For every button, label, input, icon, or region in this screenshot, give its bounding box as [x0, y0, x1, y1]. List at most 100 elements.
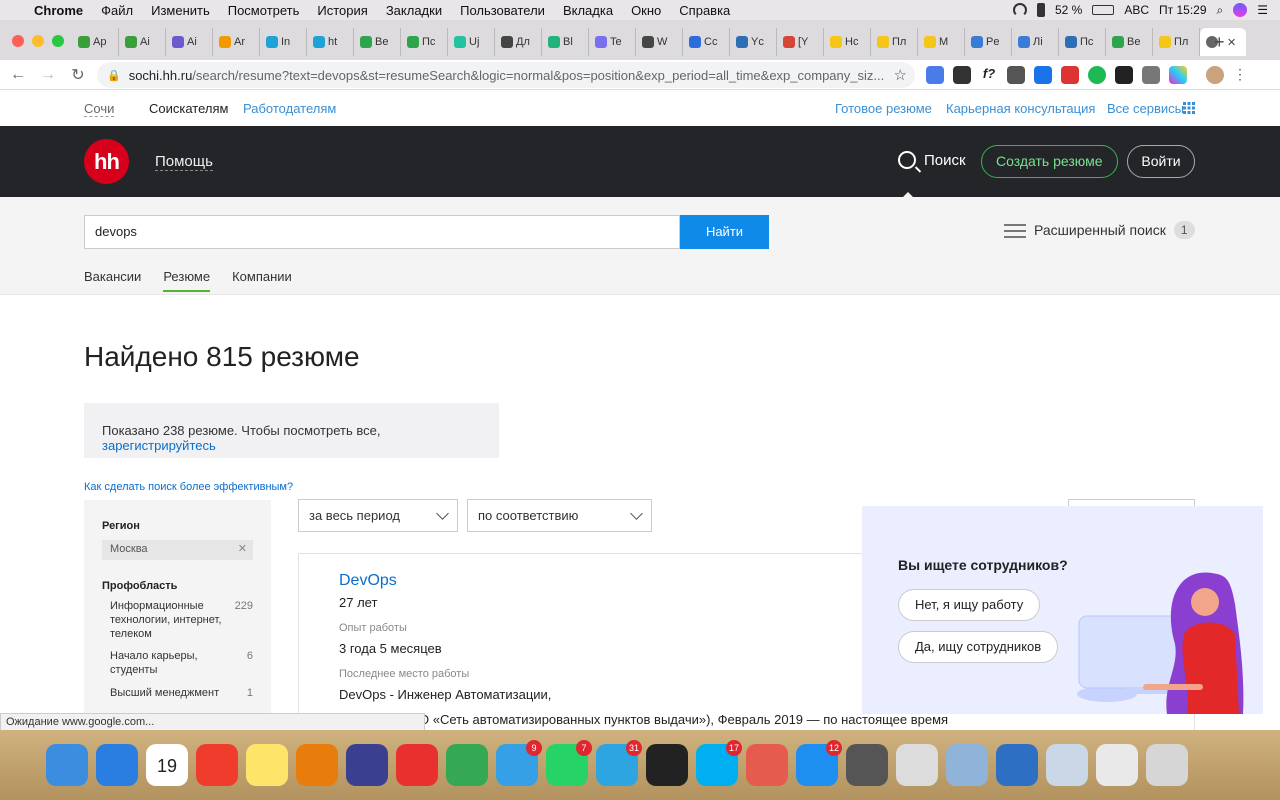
order-select[interactable]: по соответствию	[467, 499, 652, 532]
zoom-window-icon[interactable]	[52, 35, 64, 47]
tab-vacancies[interactable]: Вакансии	[84, 269, 141, 292]
spotlight-icon[interactable]: ⌕	[1217, 3, 1224, 18]
close-tab-icon[interactable]: ✕	[1227, 36, 1236, 49]
browser-tab[interactable]: Ai	[119, 28, 166, 56]
dock-notes-icon[interactable]	[246, 744, 288, 786]
create-resume-button[interactable]: Создать резюме	[981, 145, 1118, 178]
resume-title-link[interactable]: DevOps	[339, 572, 397, 590]
dock-stack-icon[interactable]	[1096, 744, 1138, 786]
dock-safari-icon[interactable]	[96, 744, 138, 786]
bookmark-star-icon[interactable]: ☆	[894, 66, 907, 84]
minimize-window-icon[interactable]	[32, 35, 44, 47]
menu-item-file[interactable]: Файл	[101, 3, 133, 18]
prof-filter-item[interactable]: Высший менеджмент 1	[110, 687, 253, 701]
menu-app-name[interactable]: Chrome	[34, 3, 83, 18]
dock-crossover-icon[interactable]	[396, 744, 438, 786]
register-link[interactable]: зарегистрируйтесь	[102, 438, 216, 453]
menu-item-history[interactable]: История	[317, 3, 367, 18]
volume-icon[interactable]	[1036, 3, 1045, 17]
browser-tab[interactable]: Be	[354, 28, 401, 56]
menu-item-view[interactable]: Посмотреть	[228, 3, 300, 18]
menu-item-bookmarks[interactable]: Закладки	[386, 3, 442, 18]
box-extension-icon[interactable]	[1115, 66, 1133, 84]
menu-item-edit[interactable]: Изменить	[151, 3, 210, 18]
dock-finder-icon[interactable]	[46, 744, 88, 786]
remove-region-icon[interactable]: ✕	[238, 542, 247, 555]
pen-extension-icon[interactable]	[953, 66, 971, 84]
dock-calendar-icon[interactable]: 19	[146, 744, 188, 786]
dock-telegram-icon[interactable]: 31	[596, 740, 642, 786]
nav-career-consult[interactable]: Карьерная консультация	[946, 101, 1095, 116]
dock-calculator-icon[interactable]	[846, 744, 888, 786]
nav-employers[interactable]: Работодателям	[243, 101, 336, 116]
input-source[interactable]: ABC	[1124, 3, 1149, 17]
siri-icon[interactable]	[1233, 3, 1248, 17]
browser-tab[interactable]: ht	[307, 28, 354, 56]
browser-tab[interactable]: Пл	[1153, 28, 1200, 56]
menu-item-help[interactable]: Справка	[679, 3, 730, 18]
lock-icon[interactable]: 🔒	[107, 69, 121, 82]
browser-tab[interactable]: Bl	[542, 28, 589, 56]
battery-icon[interactable]	[1092, 5, 1115, 15]
dock-skype-icon[interactable]: 17	[696, 740, 742, 786]
tab-companies[interactable]: Компании	[232, 269, 292, 292]
mail-extension-icon[interactable]	[1061, 66, 1079, 84]
popup-no-button[interactable]: Нет, я ищу работу	[898, 589, 1041, 621]
browser-tab[interactable]: Ap	[72, 28, 119, 56]
forward-icon[interactable]: →	[36, 66, 60, 84]
browser-tab[interactable]: Te	[589, 28, 636, 56]
reload-icon[interactable]: ↻	[66, 65, 90, 85]
dock-screen-icon[interactable]	[746, 744, 788, 786]
dock-mpeg-icon[interactable]	[1046, 744, 1088, 786]
search-tips-link[interactable]: Как сделать поиск более эффективным?	[84, 481, 293, 493]
browser-tab[interactable]: Cc	[683, 28, 730, 56]
help-link[interactable]: Помощь	[155, 153, 213, 171]
dock-preview-icon[interactable]	[946, 744, 988, 786]
profile-avatar[interactable]	[1206, 66, 1224, 84]
period-select[interactable]: за весь период	[298, 499, 458, 532]
browser-tab[interactable]: [Y	[777, 28, 824, 56]
search-input[interactable]: devops	[84, 215, 680, 249]
wifi-icon[interactable]	[1012, 3, 1027, 17]
menu-item-tab[interactable]: Вкладка	[563, 3, 613, 18]
header-search-toggle[interactable]: Поиск	[898, 151, 966, 169]
browser-tab[interactable]: Yc	[730, 28, 777, 56]
browser-tab[interactable]: Ar	[213, 28, 260, 56]
advanced-search-link[interactable]: Расширенный поиск 1	[1004, 221, 1195, 239]
nav-ready-resume[interactable]: Готовое резюме	[835, 101, 932, 116]
clock[interactable]: Пт 15:29	[1159, 3, 1206, 17]
browser-tab[interactable]: Пс	[401, 28, 448, 56]
city-selector[interactable]: Сочи	[84, 101, 115, 117]
dock-chrome-icon[interactable]	[446, 744, 488, 786]
browser-tab[interactable]: Be	[1106, 28, 1153, 56]
browser-tab[interactable]: Лi	[1012, 28, 1059, 56]
facebook-extension-icon[interactable]	[1007, 66, 1025, 84]
prof-filter-item[interactable]: Информационные технологии, интернет, тел…	[110, 600, 253, 641]
browser-tab[interactable]: W	[636, 28, 683, 56]
browser-tab[interactable]: Ai	[166, 28, 213, 56]
menu-item-window[interactable]: Окно	[631, 3, 661, 18]
t-extension-icon[interactable]	[1142, 66, 1160, 84]
menu-item-people[interactable]: Пользователи	[460, 3, 545, 18]
browser-tab[interactable]: Дл	[495, 28, 542, 56]
tab-resumes[interactable]: Резюме	[163, 269, 211, 292]
prof-filter-item[interactable]: Начало карьеры, студенты 6	[110, 650, 253, 678]
popup-yes-button[interactable]: Да, ищу сотрудников	[898, 631, 1059, 663]
dock-textedit-icon[interactable]	[896, 744, 938, 786]
browser-tab[interactable]: Pe	[965, 28, 1012, 56]
close-window-icon[interactable]	[12, 35, 24, 47]
url-bar[interactable]: 🔒 sochi.hh.ru/search/resume?text=devops&…	[97, 62, 915, 88]
notification-center-icon[interactable]: ☰	[1257, 3, 1268, 17]
browser-tab[interactable]: Пл	[871, 28, 918, 56]
formula-extension-icon[interactable]: f?	[980, 66, 998, 84]
browser-tab[interactable]: Hc	[824, 28, 871, 56]
nav-all-services[interactable]: Все сервисы	[1107, 101, 1184, 116]
find-button[interactable]: Найти	[680, 215, 769, 249]
chrome-menu-icon[interactable]: ⋮	[1233, 66, 1247, 84]
browser-tab[interactable]: Uj	[448, 28, 495, 56]
back-icon[interactable]: ←	[6, 66, 30, 84]
grid-icon[interactable]	[1183, 102, 1195, 114]
dock-app-x-icon[interactable]	[346, 744, 388, 786]
browser-tab[interactable]: Пс	[1059, 28, 1106, 56]
dock-bolt-icon[interactable]	[996, 744, 1038, 786]
